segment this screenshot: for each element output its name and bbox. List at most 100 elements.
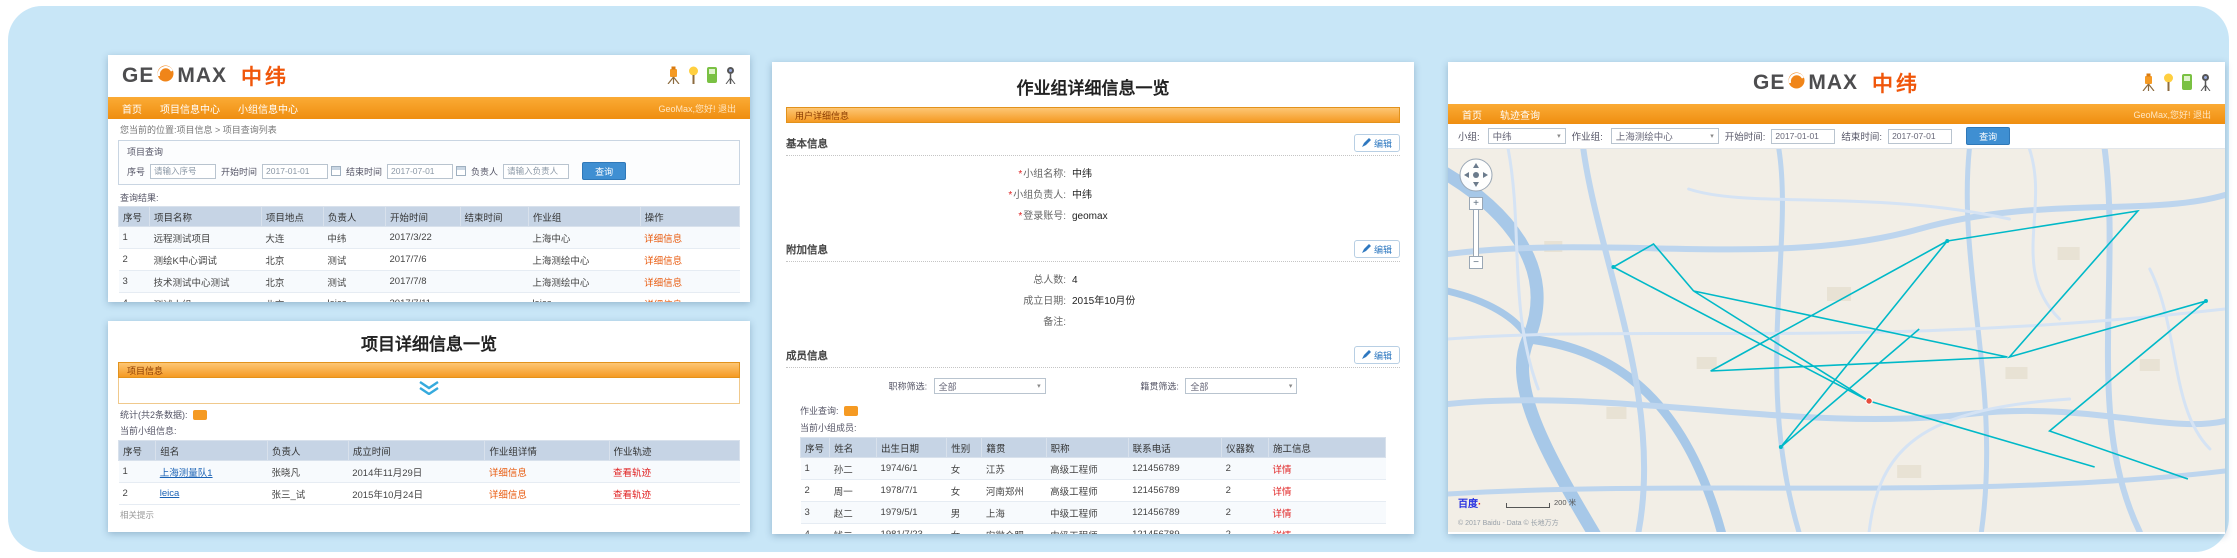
detail-link[interactable]: 详细信息 xyxy=(485,461,609,483)
cell: 河南郑州 xyxy=(982,480,1046,502)
zoom-out-button[interactable]: − xyxy=(1469,256,1483,269)
cell: 北京 xyxy=(261,271,323,293)
expand-chevron-icon[interactable] xyxy=(416,381,442,400)
breadcrumb: 您当前的位置:项目信息 > 项目查询列表 xyxy=(108,119,750,138)
detail-link[interactable]: 详细信息 xyxy=(640,249,739,271)
section-title: 附加信息 xyxy=(786,242,828,257)
zoom-slider[interactable] xyxy=(1473,210,1479,256)
member-detail-link[interactable]: 详情 xyxy=(1268,458,1385,480)
member-detail-link[interactable]: 详情 xyxy=(1268,524,1385,535)
map-pan-control[interactable] xyxy=(1458,157,1494,198)
team-name-link[interactable]: leica xyxy=(156,483,268,505)
brand-header: GE MAX 中纬 xyxy=(1448,62,2225,104)
search-button[interactable]: 查询 xyxy=(582,162,626,180)
field-value: 2015年10月份 xyxy=(1072,291,1135,312)
cell: 张晓凡 xyxy=(268,461,349,483)
col-header: 成立时间 xyxy=(348,441,485,461)
team-name-link[interactable]: 上海测量队1 xyxy=(156,461,268,483)
edit-button[interactable]: 编辑 xyxy=(1354,346,1400,364)
edit-label: 编辑 xyxy=(1374,137,1392,150)
cell: 1 xyxy=(119,461,156,483)
cell: 高级工程师 xyxy=(1046,480,1128,502)
map-copyright: © 2017 Baidu - Data © 长地万方 xyxy=(1458,518,1559,528)
collapse-area xyxy=(118,378,740,404)
logo-target-icon xyxy=(156,64,175,88)
cell xyxy=(460,227,528,249)
track-start-marker[interactable] xyxy=(1866,398,1872,404)
field-label-end: 结束时间 xyxy=(346,165,382,178)
team-detail-window: 作业组详细信息一览 用户详细信息 基本信息 编辑 *小组名称:中纬 *小组负责人… xyxy=(772,62,1414,534)
col-header: 结束时间 xyxy=(460,207,528,227)
team-select[interactable]: 中纬▾ xyxy=(1488,128,1566,144)
detail-link[interactable]: 详细信息 xyxy=(485,483,609,505)
track-link[interactable]: 查看轨迹 xyxy=(609,461,739,483)
member-search-button[interactable] xyxy=(844,406,858,416)
search-row: 序号 开始时间 结束时间 负责人 查询 xyxy=(127,162,731,180)
edit-pencil-icon xyxy=(1362,244,1371,255)
col-header: 开始时间 xyxy=(386,207,461,227)
welcome-text[interactable]: GeoMax,您好! 退出 xyxy=(2133,108,2211,121)
baidu-logo-dot: · xyxy=(1478,499,1481,510)
start-date-input[interactable] xyxy=(1771,129,1835,144)
toolbar-label: 作业组: xyxy=(1572,129,1603,143)
cell: 2014年11月29日 xyxy=(348,461,485,483)
col-header: 仪器数 xyxy=(1222,438,1269,458)
map-canvas[interactable] xyxy=(1448,149,2225,532)
logo-text-max: MAX xyxy=(1808,71,1858,95)
edit-button[interactable]: 编辑 xyxy=(1354,240,1400,258)
calendar-icon[interactable] xyxy=(456,166,466,176)
workgroup-select[interactable]: 上海测绘中心▾ xyxy=(1611,128,1719,144)
member-detail-link[interactable]: 详情 xyxy=(1268,480,1385,502)
field-label: 小组名称: xyxy=(1023,169,1066,180)
leader-input[interactable] xyxy=(503,164,569,179)
col-header: 负责人 xyxy=(268,441,349,461)
end-date-input[interactable] xyxy=(1888,129,1952,144)
cell: 1974/6/1 xyxy=(877,458,947,480)
refresh-badge-button[interactable] xyxy=(193,410,207,420)
calendar-icon[interactable] xyxy=(331,166,341,176)
nav-item-teams[interactable]: 小组信息中心 xyxy=(238,101,298,116)
detail-link[interactable]: 详细信息 xyxy=(640,271,739,293)
table-row: 1 孙二 1974/6/1 女 江苏 高级工程师 121456789 2 详情 xyxy=(801,458,1386,480)
start-date-input[interactable] xyxy=(262,164,328,179)
end-date-input[interactable] xyxy=(387,164,453,179)
result-label: 查询结果: xyxy=(108,187,750,206)
search-box-title: 项目查询 xyxy=(127,145,731,158)
page-title: 作业组详细信息一览 xyxy=(772,62,1414,107)
map-zoom-control: + − xyxy=(1469,197,1483,269)
cell: 121456789 xyxy=(1128,502,1222,524)
cell xyxy=(460,271,528,293)
team-table: 序号 组名 负责人 成立时间 作业组详情 作业轨迹 1 上海测量队1 张晓凡 2… xyxy=(118,440,740,505)
detail-link[interactable]: 详细信息 xyxy=(640,293,739,303)
main-navbar: 首页 轨迹查询 GeoMax,您好! 退出 xyxy=(1448,104,2225,124)
nav-item-home[interactable]: 首页 xyxy=(122,101,142,116)
zoom-in-button[interactable]: + xyxy=(1469,197,1483,210)
table-row: 2 周一 1978/7/1 女 河南郑州 高级工程师 121456789 2 详… xyxy=(801,480,1386,502)
col-header: 作业组详情 xyxy=(485,441,609,461)
filter-group: 籍贯筛选: 全部▾ xyxy=(1140,378,1297,394)
cell: 2 xyxy=(1222,524,1269,535)
cell: 测绘K中心调试 xyxy=(150,249,262,271)
detail-link[interactable]: 详细信息 xyxy=(640,227,739,249)
scale-line xyxy=(1506,503,1550,508)
edit-button[interactable]: 编辑 xyxy=(1354,134,1400,152)
cell: 4 xyxy=(119,293,150,303)
welcome-text[interactable]: GeoMax,您好! 退出 xyxy=(658,102,736,115)
nav-item-projects[interactable]: 项目信息中心 xyxy=(160,101,220,116)
toolbar-label: 小组: xyxy=(1458,129,1480,143)
origin-filter-select[interactable]: 全部▾ xyxy=(1185,378,1297,394)
field-row: 备注: xyxy=(936,312,1400,333)
cell: 121456789 xyxy=(1128,524,1222,535)
section-title: 基本信息 xyxy=(786,136,828,151)
field-label-start: 开始时间 xyxy=(221,165,257,178)
col-header: 序号 xyxy=(119,207,150,227)
project-id-input[interactable] xyxy=(150,164,216,179)
title-filter-select[interactable]: 全部▾ xyxy=(934,378,1046,394)
track-link[interactable]: 查看轨迹 xyxy=(609,483,739,505)
query-button[interactable]: 查询 xyxy=(1966,127,2010,145)
nav-item-home[interactable]: 首页 xyxy=(1462,107,1482,122)
member-detail-link[interactable]: 详情 xyxy=(1268,502,1385,524)
field-value: 4 xyxy=(1072,270,1078,291)
nav-item-track[interactable]: 轨迹查询 xyxy=(1500,107,1540,122)
cell: leica xyxy=(323,293,385,303)
